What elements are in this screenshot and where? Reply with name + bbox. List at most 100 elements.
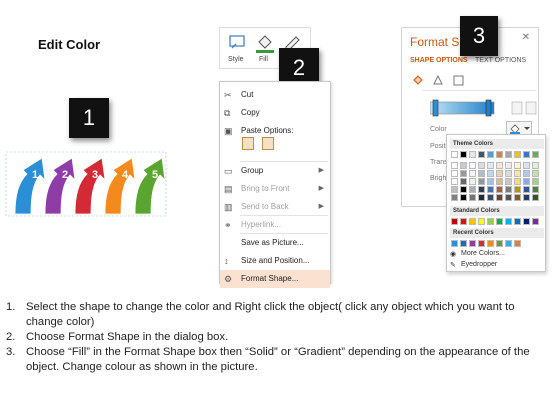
- theme-color-tint-swatch[interactable]: [487, 162, 494, 169]
- theme-color-tint-swatch[interactable]: [532, 186, 539, 193]
- standard-color-swatch[interactable]: [469, 218, 476, 225]
- arrow-1[interactable]: 1: [14, 157, 46, 215]
- theme-color-tint-swatch[interactable]: [496, 178, 503, 185]
- theme-color-tint-swatch[interactable]: [451, 162, 458, 169]
- menu-item-group[interactable]: ▭ Group ▶: [220, 162, 330, 180]
- standard-color-swatch[interactable]: [451, 218, 458, 225]
- standard-color-swatch[interactable]: [487, 218, 494, 225]
- theme-color-tint-swatch[interactable]: [487, 178, 494, 185]
- theme-color-tint-swatch[interactable]: [514, 170, 521, 177]
- recent-color-swatch[interactable]: [496, 240, 503, 247]
- theme-color-tint-swatch[interactable]: [523, 186, 530, 193]
- theme-color-swatch[interactable]: [487, 151, 494, 158]
- theme-color-tint-swatch[interactable]: [451, 170, 458, 177]
- theme-color-tint-swatch[interactable]: [487, 186, 494, 193]
- standard-color-swatch[interactable]: [496, 218, 503, 225]
- theme-color-tint-swatch[interactable]: [532, 170, 539, 177]
- menu-item-size-and-position[interactable]: ↕ Size and Position...: [220, 252, 330, 270]
- arrow-2[interactable]: 2: [44, 157, 76, 215]
- theme-color-tint-swatch[interactable]: [460, 194, 467, 201]
- theme-color-tint-swatch[interactable]: [514, 194, 521, 201]
- menu-item-bring-to-front[interactable]: ▤ Bring to Front ▶: [220, 180, 330, 198]
- tab-text-options[interactable]: TEXT OPTIONS: [475, 57, 526, 64]
- arrow-5[interactable]: 5: [134, 157, 166, 215]
- theme-color-tint-swatch[interactable]: [451, 194, 458, 201]
- theme-color-tint-swatch[interactable]: [478, 194, 485, 201]
- theme-color-swatch[interactable]: [532, 151, 539, 158]
- theme-color-tint-swatch[interactable]: [496, 194, 503, 201]
- theme-color-tint-swatch[interactable]: [460, 170, 467, 177]
- theme-color-tint-swatch[interactable]: [478, 162, 485, 169]
- theme-color-tint-swatch[interactable]: [451, 178, 458, 185]
- menu-item-cut[interactable]: ✂ Cut: [220, 86, 330, 104]
- theme-color-tint-swatch[interactable]: [478, 170, 485, 177]
- theme-color-tint-swatch[interactable]: [532, 162, 539, 169]
- tab-shape-options[interactable]: SHAPE OPTIONS: [410, 57, 468, 64]
- theme-color-tint-swatch[interactable]: [523, 194, 530, 201]
- theme-color-swatch[interactable]: [451, 151, 458, 158]
- theme-color-tint-swatch[interactable]: [496, 186, 503, 193]
- close-icon[interactable]: ✕: [522, 32, 530, 43]
- theme-color-tint-swatch[interactable]: [514, 162, 521, 169]
- paste-options-icons[interactable]: [242, 137, 282, 153]
- theme-color-tint-swatch[interactable]: [496, 162, 503, 169]
- theme-color-tint-swatch[interactable]: [478, 178, 485, 185]
- theme-color-tint-swatch[interactable]: [523, 178, 530, 185]
- standard-color-swatch[interactable]: [514, 218, 521, 225]
- standard-color-swatch[interactable]: [460, 218, 467, 225]
- standard-color-swatch[interactable]: [532, 218, 539, 225]
- theme-color-swatch[interactable]: [478, 151, 485, 158]
- theme-color-tint-swatch[interactable]: [514, 178, 521, 185]
- theme-color-swatch[interactable]: [523, 151, 530, 158]
- more-colors-item[interactable]: ◉ More Colors...: [450, 250, 505, 258]
- theme-color-swatch[interactable]: [460, 151, 467, 158]
- theme-color-tint-swatch[interactable]: [496, 170, 503, 177]
- style-button[interactable]: [226, 32, 250, 54]
- recent-color-swatch[interactable]: [514, 240, 521, 247]
- numbered-arrows-graphic[interactable]: 1 2 3 4 5: [5, 148, 175, 220]
- menu-item-hyperlink[interactable]: ⚭ Hyperlink...: [220, 216, 330, 234]
- standard-color-swatch[interactable]: [505, 218, 512, 225]
- standard-color-swatch[interactable]: [523, 218, 530, 225]
- theme-color-swatch[interactable]: [496, 151, 503, 158]
- recent-color-swatch[interactable]: [487, 240, 494, 247]
- theme-color-tint-swatch[interactable]: [469, 178, 476, 185]
- theme-color-tint-swatch[interactable]: [487, 194, 494, 201]
- theme-color-tint-swatch[interactable]: [532, 194, 539, 201]
- theme-color-tint-swatch[interactable]: [523, 170, 530, 177]
- recent-color-swatch[interactable]: [460, 240, 467, 247]
- menu-item-copy[interactable]: ⧉ Copy: [220, 104, 330, 122]
- recent-color-swatch[interactable]: [469, 240, 476, 247]
- recent-color-swatch[interactable]: [505, 240, 512, 247]
- recent-color-swatch[interactable]: [451, 240, 458, 247]
- theme-color-tint-swatch[interactable]: [505, 162, 512, 169]
- theme-color-swatch[interactable]: [469, 151, 476, 158]
- theme-color-tint-swatch[interactable]: [451, 186, 458, 193]
- theme-color-tint-swatch[interactable]: [469, 162, 476, 169]
- theme-color-swatch[interactable]: [505, 151, 512, 158]
- eyedropper-item[interactable]: ✎ Eyedropper: [450, 261, 497, 269]
- theme-color-tint-swatch[interactable]: [469, 186, 476, 193]
- menu-item-save-as-picture[interactable]: Save as Picture...: [220, 234, 330, 252]
- menu-item-format-shape[interactable]: ⚙ Format Shape...: [220, 270, 330, 288]
- theme-color-tint-swatch[interactable]: [505, 170, 512, 177]
- theme-color-swatch[interactable]: [514, 151, 521, 158]
- theme-color-tint-swatch[interactable]: [460, 162, 467, 169]
- theme-color-tint-swatch[interactable]: [505, 194, 512, 201]
- arrow-4[interactable]: 4: [104, 157, 136, 215]
- theme-color-tint-swatch[interactable]: [478, 186, 485, 193]
- theme-color-tint-swatch[interactable]: [505, 178, 512, 185]
- theme-color-tint-swatch[interactable]: [532, 178, 539, 185]
- standard-color-swatch[interactable]: [478, 218, 485, 225]
- menu-item-send-to-back[interactable]: ▥ Send to Back ▶: [220, 198, 330, 216]
- recent-color-swatch[interactable]: [478, 240, 485, 247]
- theme-color-tint-swatch[interactable]: [469, 170, 476, 177]
- theme-color-tint-swatch[interactable]: [469, 194, 476, 201]
- arrow-3[interactable]: 3: [74, 157, 106, 215]
- theme-color-tint-swatch[interactable]: [523, 162, 530, 169]
- fill-button[interactable]: [253, 32, 277, 54]
- theme-color-tint-swatch[interactable]: [460, 186, 467, 193]
- theme-color-tint-swatch[interactable]: [514, 186, 521, 193]
- theme-color-tint-swatch[interactable]: [460, 178, 467, 185]
- theme-color-tint-swatch[interactable]: [505, 186, 512, 193]
